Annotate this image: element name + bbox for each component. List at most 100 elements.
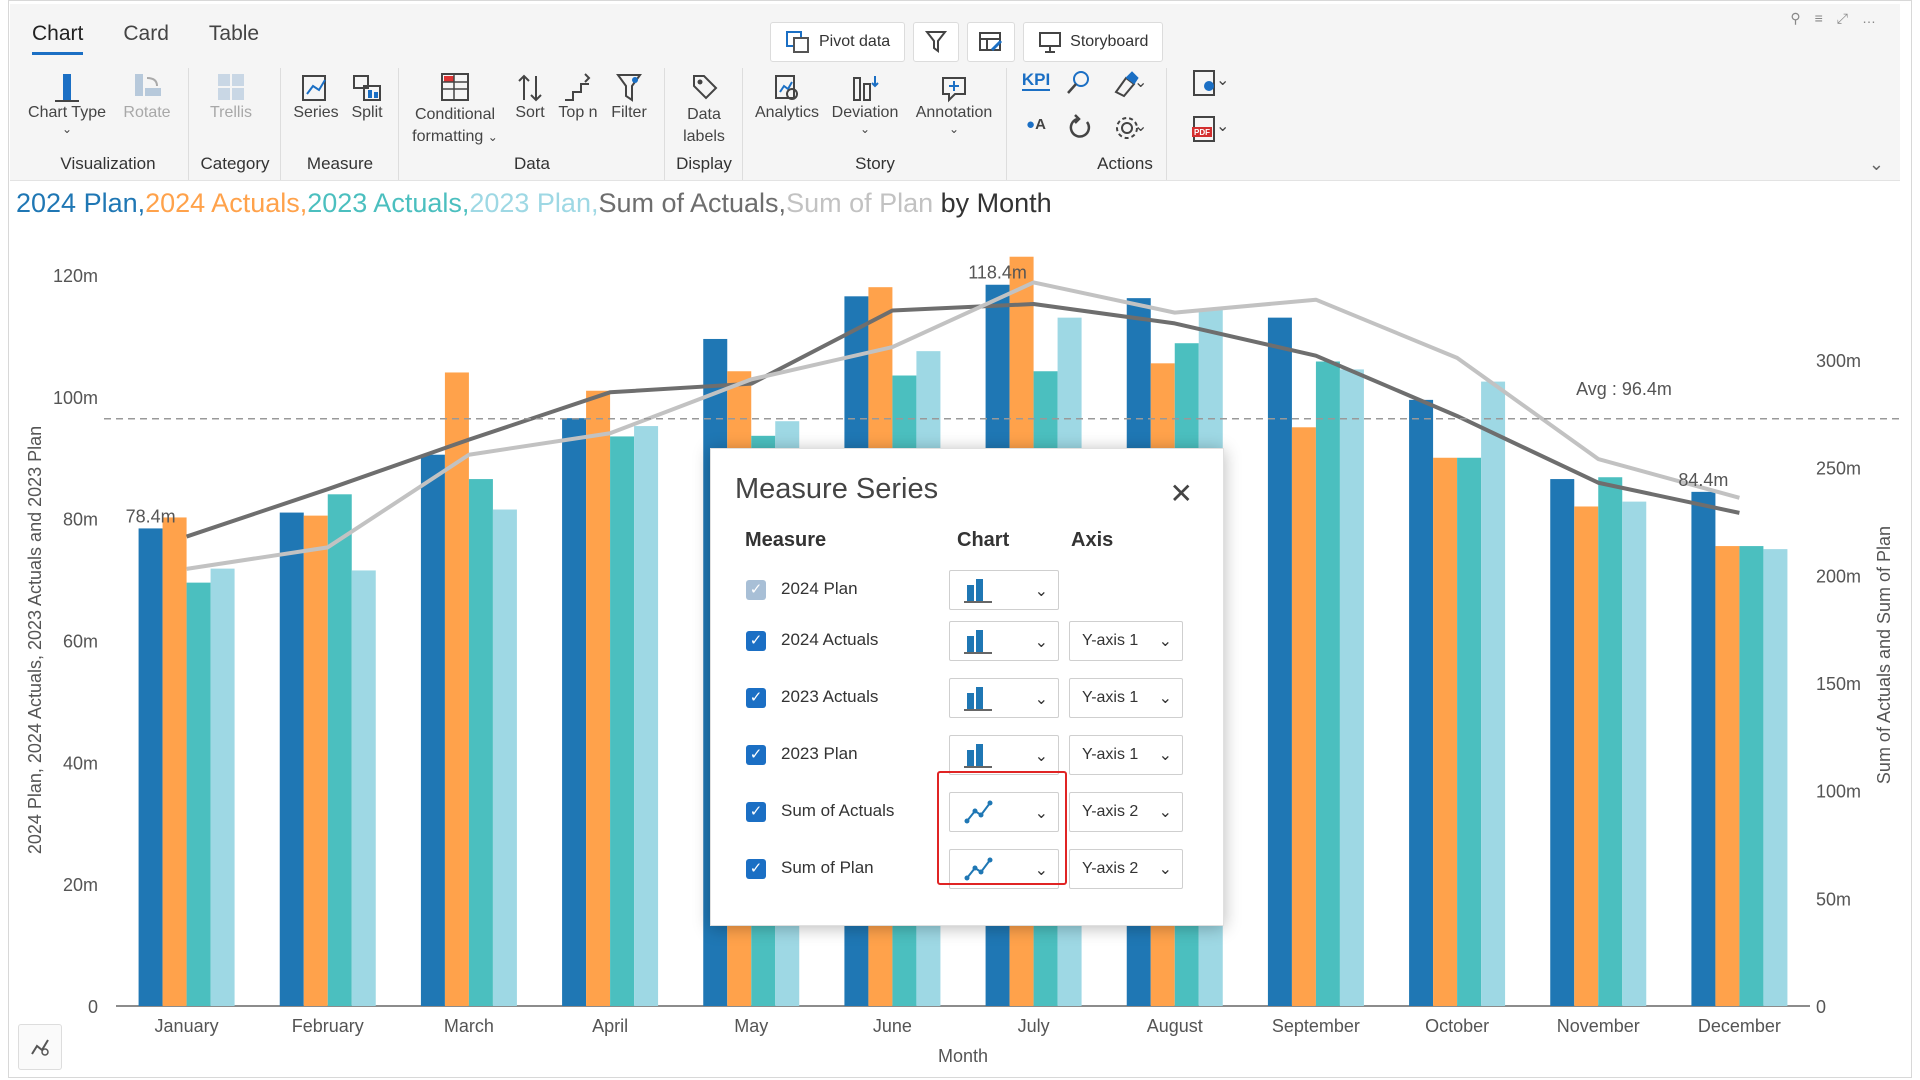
bar [186, 582, 211, 1006]
close-icon[interactable]: ✕ [1170, 477, 1193, 510]
chart-type-select[interactable]: ⌄ [949, 678, 1059, 718]
y2-axis-tick-label: 250m [1816, 459, 1861, 479]
bar [1598, 477, 1623, 1006]
bar [1481, 381, 1506, 1007]
bar [1739, 546, 1764, 1006]
measure-row: ✓ 2023 Actuals ⌄ Y-axis 1 ⌄ [711, 678, 1223, 726]
measure-label: 2024 Plan [781, 579, 858, 598]
y2-axis-title: Sum of Actuals and Sum of Plan [1874, 526, 1894, 784]
axis-select-value: Y-axis 1 [1082, 746, 1139, 763]
chevron-down-icon: ⌄ [1034, 634, 1048, 651]
bar [420, 454, 445, 1006]
measure-checkbox[interactable]: ✓ [746, 688, 766, 708]
axis-select[interactable]: Y-axis 1 ⌄ [1069, 678, 1183, 718]
x-axis-tick-label: June [873, 1016, 912, 1036]
measure-checkbox[interactable]: ✓ [746, 580, 766, 600]
highlight-box [937, 771, 1067, 885]
measure-label: 2024 Actuals [781, 630, 879, 649]
bar [1763, 549, 1788, 1006]
y2-axis-tick-label: 100m [1816, 782, 1861, 802]
bar [1315, 361, 1340, 1006]
x-axis-tick-label: February [292, 1016, 364, 1036]
axis-select-value: Y-axis 1 [1082, 632, 1139, 649]
bar-chart-icon [964, 744, 992, 768]
bar [492, 509, 517, 1006]
x-axis-tick-label: January [155, 1016, 219, 1036]
col-header-measure: Measure [745, 529, 827, 551]
x-axis-tick-label: August [1147, 1016, 1203, 1036]
x-axis-tick-label: July [1018, 1016, 1050, 1036]
x-axis-tick-label: September [1272, 1016, 1360, 1036]
axis-select[interactable]: Y-axis 1 ⌄ [1069, 621, 1183, 661]
axis-select-value: Y-axis 2 [1082, 860, 1139, 877]
bar [468, 479, 493, 1007]
bar [634, 426, 659, 1006]
chart-type-select[interactable]: ⌄ [949, 570, 1059, 610]
y2-axis-tick-label: 150m [1816, 674, 1861, 694]
chart-type-select[interactable]: ⌄ [949, 735, 1059, 775]
axis-select-value: Y-axis 2 [1082, 803, 1139, 820]
col-header-chart: Chart [957, 529, 1010, 551]
y2-axis-tick-label: 50m [1816, 889, 1851, 909]
measure-label: Sum of Actuals [781, 801, 895, 820]
y-axis-tick-label: 120m [53, 266, 98, 286]
y-axis-tick-label: 20m [63, 875, 98, 895]
bar [162, 517, 187, 1006]
bar [1457, 457, 1482, 1006]
chevron-down-icon: ⌄ [1158, 804, 1172, 821]
x-axis-tick-label: April [592, 1016, 628, 1036]
y-axis-tick-label: 0 [88, 997, 98, 1017]
measure-checkbox[interactable]: ✓ [746, 802, 766, 822]
bar [1622, 501, 1647, 1006]
bar [279, 512, 304, 1006]
y2-axis-tick-label: 200m [1816, 566, 1861, 586]
chevron-down-icon: ⌄ [1034, 583, 1048, 600]
bar [327, 494, 352, 1006]
x-axis-tick-label: May [734, 1016, 768, 1036]
chart-type-select[interactable]: ⌄ [949, 621, 1059, 661]
bar [1715, 546, 1740, 1006]
x-axis-tick-label: November [1557, 1016, 1640, 1036]
measure-label: Sum of Plan [781, 858, 874, 877]
measure-checkbox[interactable]: ✓ [746, 631, 766, 651]
measure-row: ✓ 2024 Actuals ⌄ Y-axis 1 ⌄ [711, 621, 1223, 669]
bar [1691, 491, 1716, 1006]
chart-settings-button[interactable] [18, 1024, 62, 1070]
bar [610, 436, 635, 1006]
y-axis-tick-label: 60m [63, 632, 98, 652]
y-axis-tick-label: 40m [63, 753, 98, 773]
bar [562, 418, 587, 1006]
measure-checkbox[interactable]: ✓ [746, 745, 766, 765]
chevron-down-icon: ⌄ [1158, 861, 1172, 878]
average-label: Avg : 96.4m [1576, 379, 1672, 399]
x-axis-title: Month [938, 1046, 988, 1066]
bar [1291, 427, 1316, 1007]
axis-select-value: Y-axis 1 [1082, 689, 1139, 706]
axis-select[interactable]: Y-axis 2 ⌄ [1069, 792, 1183, 832]
bar [1339, 369, 1364, 1006]
col-header-axis: Axis [1071, 529, 1114, 551]
bar [351, 570, 376, 1006]
y-axis-tick-label: 80m [63, 510, 98, 530]
axis-select[interactable]: Y-axis 1 ⌄ [1069, 735, 1183, 775]
y-axis-tick-label: 100m [53, 388, 98, 408]
bar-chart-icon [964, 579, 992, 603]
bar-chart-icon [964, 630, 992, 654]
bar [1550, 479, 1575, 1007]
data-label: 118.4m [968, 263, 1027, 283]
bar [303, 515, 328, 1006]
measure-checkbox[interactable]: ✓ [746, 859, 766, 879]
axis-select[interactable]: Y-axis 2 ⌄ [1069, 849, 1183, 889]
bar [210, 568, 235, 1006]
bar [1267, 317, 1292, 1006]
data-label: 78.4m [126, 506, 176, 526]
y-axis-title: 2024 Plan, 2024 Actuals, 2023 Actuals an… [25, 426, 45, 854]
measure-label: 2023 Plan [781, 744, 858, 763]
bar [1433, 457, 1458, 1006]
data-label: 84.4m [1678, 470, 1728, 490]
measure-row: ✓ 2024 Plan ⌄ [711, 570, 1223, 618]
measure-label: 2023 Actuals [781, 687, 879, 706]
chevron-down-icon: ⌄ [1158, 633, 1172, 650]
bar [1574, 506, 1599, 1006]
chevron-down-icon: ⌄ [1158, 747, 1172, 764]
